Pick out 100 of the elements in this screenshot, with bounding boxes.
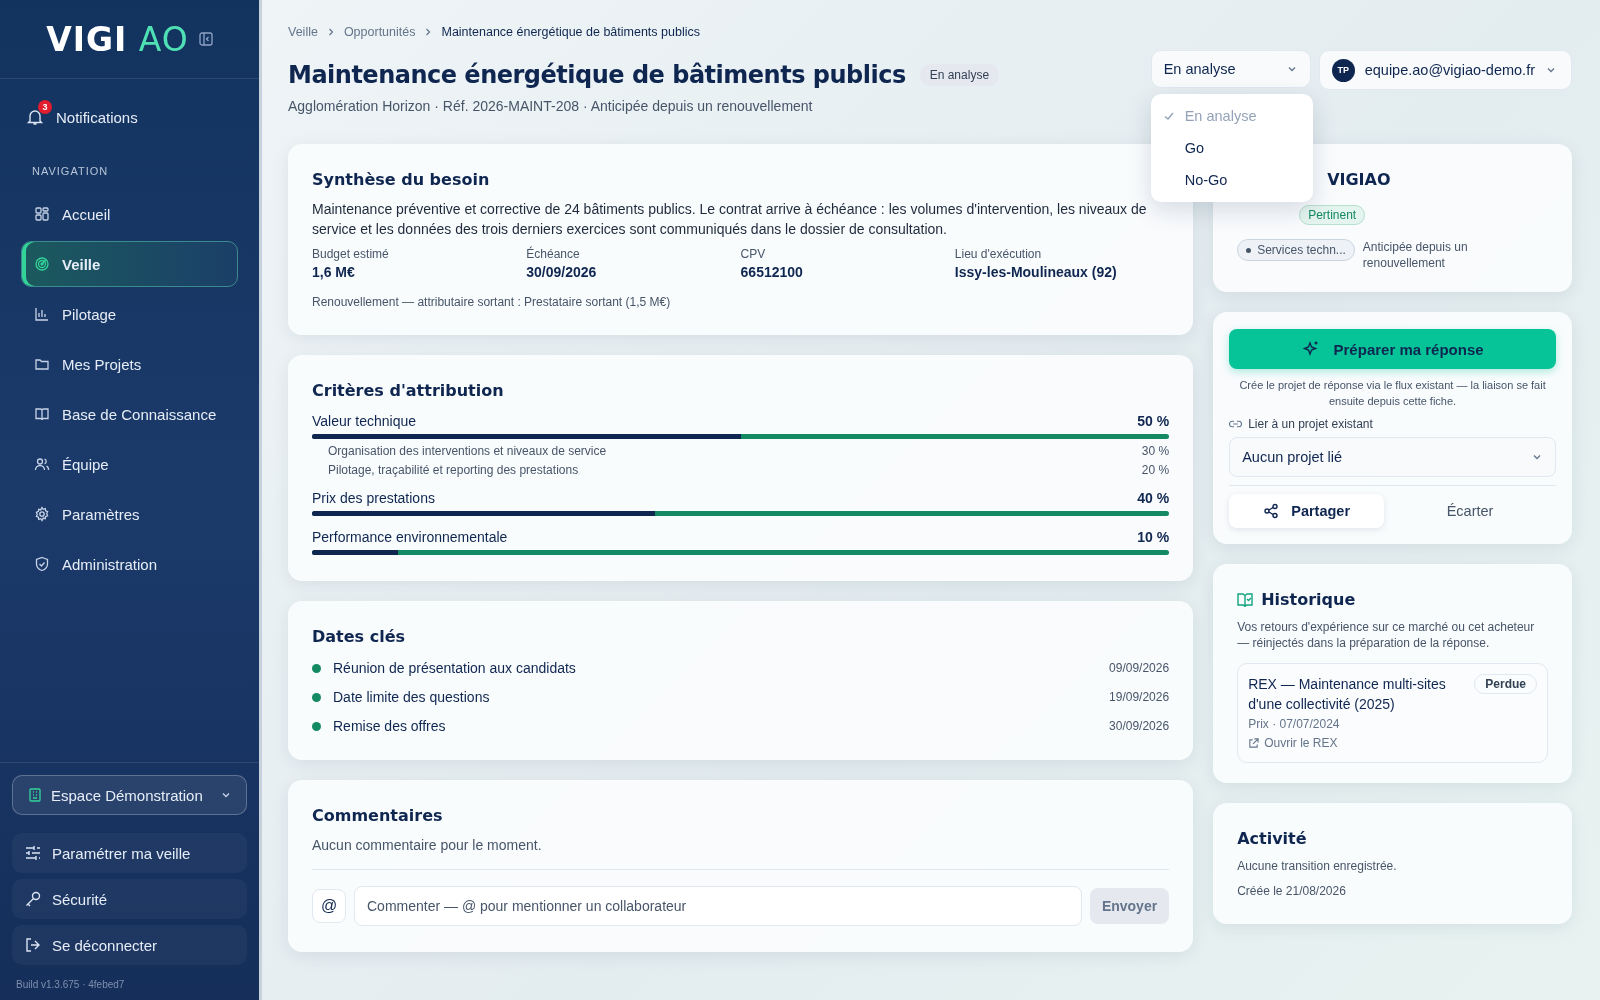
user-avatar: TP bbox=[1331, 58, 1355, 82]
subcriterion-weight: 20 % bbox=[1141, 463, 1170, 477]
bell-icon bbox=[26, 108, 44, 126]
card-title: Synthèse du besoin bbox=[312, 170, 491, 189]
fact-label: Lieu d'exécution bbox=[954, 247, 1043, 261]
subcriterion-label: Pilotage, traçabilité et reporting des prestations bbox=[328, 463, 579, 477]
sparkle-icon bbox=[1301, 340, 1320, 358]
criterion-label: Valeur technique bbox=[312, 413, 417, 429]
criterion-weight: 40 % bbox=[1137, 490, 1170, 506]
nav-item[interactable]: Base de Connaissance bbox=[21, 391, 238, 437]
notifications-label: Notifications bbox=[56, 108, 138, 126]
nav-item[interactable]: Accueil bbox=[21, 191, 238, 237]
book-check-icon bbox=[1237, 592, 1254, 607]
relevance-badge: Pertinent bbox=[1299, 205, 1366, 225]
nav-item[interactable]: Mes Projets bbox=[21, 341, 238, 387]
activity-text: Aucune transition enregistrée. bbox=[1237, 859, 1398, 873]
breadcrumb-link[interactable]: Opportunités bbox=[343, 25, 416, 39]
dot-icon bbox=[312, 692, 321, 702]
link-icon bbox=[1229, 419, 1243, 429]
activity-text: Créée le 21/08/2026 bbox=[1237, 884, 1347, 898]
share-button[interactable]: Partager bbox=[1229, 494, 1385, 528]
criterion-weight: 10 % bbox=[1137, 529, 1170, 545]
score-title: VIGIAO bbox=[1326, 170, 1392, 189]
sliders-icon bbox=[24, 844, 42, 862]
renewal-note: Renouvellement — attributaire sortant : Prestataire sortant (1,5 M€) bbox=[312, 295, 672, 309]
dot-icon bbox=[312, 721, 321, 731]
status-badge: En analyse bbox=[919, 64, 1000, 86]
criterion-weight: 50 % bbox=[1137, 413, 1170, 429]
comment-field[interactable]: Commenter — @ pour mentionner un collaborateur bbox=[354, 886, 1082, 926]
building-icon bbox=[27, 787, 43, 803]
users-icon bbox=[34, 456, 50, 472]
fact-label: Budget estimé bbox=[312, 247, 390, 261]
page-title: Maintenance énergétique de bâtiments publics bbox=[288, 61, 906, 89]
sidebar-action[interactable]: Sécurité bbox=[12, 879, 247, 919]
collapse-sidebar-icon[interactable] bbox=[198, 32, 213, 46]
sidebar-action[interactable]: Se déconnecter bbox=[12, 925, 247, 965]
date-label: Réunion de présentation aux candidats bbox=[333, 660, 577, 676]
notifications-item[interactable]: 3 Notifications bbox=[0, 79, 259, 155]
subcriterion-weight: 30 % bbox=[1141, 444, 1170, 458]
date-value: 09/09/2026 bbox=[1109, 661, 1170, 675]
user-menu[interactable]: TP equipe.ao@vigiao-demo.fr bbox=[1318, 50, 1572, 90]
chart-icon bbox=[34, 306, 50, 322]
discard-button[interactable]: Écarter bbox=[1384, 494, 1556, 528]
grid-icon bbox=[34, 206, 50, 222]
needs-description: Maintenance préventive et corrective de 24 bâtiments publics. Le contrat arrive à échéance : les volumes d'intervention, les niveaux de service et les données des trois derniers exercices sont communiqués dans le dossier de consultation. bbox=[312, 200, 1148, 239]
open-rex-link[interactable]: Ouvrir le REX bbox=[1248, 736, 1537, 750]
prepare-response-button[interactable]: Préparer ma réponse bbox=[1229, 329, 1556, 369]
status-select[interactable]: En analyse bbox=[1150, 50, 1311, 88]
nav-item[interactable]: Pilotage bbox=[21, 291, 238, 337]
logout-icon bbox=[24, 936, 42, 954]
date-value: 30/09/2026 bbox=[1109, 719, 1170, 733]
fact-label: Échéance bbox=[526, 247, 581, 261]
link-project-label: Lier à un projet existant bbox=[1248, 417, 1373, 431]
mention-button[interactable]: @ bbox=[312, 889, 346, 923]
sidebar-action[interactable]: Paramétrer ma veille bbox=[12, 833, 247, 873]
external-link-icon bbox=[1248, 737, 1260, 749]
section-label: NAVIGATION bbox=[31, 164, 110, 179]
card-title: Critères d'attribution bbox=[312, 381, 505, 400]
date-value: 19/09/2026 bbox=[1109, 690, 1170, 704]
status-option[interactable]: Go bbox=[1150, 132, 1313, 164]
folder-icon bbox=[34, 356, 50, 372]
logo: VIGI AO bbox=[46, 19, 189, 59]
fact-label: CPV bbox=[740, 247, 767, 261]
dot-icon bbox=[312, 663, 321, 673]
gear-icon bbox=[34, 506, 50, 522]
rex-title: REX — Maintenance multi-sites d'une collectivité (2025) bbox=[1248, 675, 1447, 714]
date-label: Remise des offres bbox=[333, 718, 447, 734]
fact-value: 30/09/2026 bbox=[526, 264, 598, 280]
history-description: Vos retours d'expérience sur ce marché ou cet acheteur — réinjectés dans la préparation de la réponse. bbox=[1237, 619, 1536, 651]
page-subtitle: Agglomération Horizon · Réf. 2026-MAINT-208 · Anticipée depuis un renouvellement bbox=[288, 98, 814, 114]
help-text: Crée le projet de réponse via le flux existant — la liaison se fait ensuite depuis cette fiche. bbox=[1238, 378, 1547, 409]
status-option[interactable]: No-Go bbox=[1150, 164, 1313, 196]
empty-message: Aucun commentaire pour le moment. bbox=[312, 837, 1170, 870]
criterion-label: Prix des prestations bbox=[312, 490, 435, 506]
notification-count-badge: 3 bbox=[38, 100, 52, 114]
card-title: Historique bbox=[1261, 590, 1356, 609]
key-icon bbox=[24, 890, 42, 908]
shield-icon bbox=[34, 556, 50, 572]
workspace-select[interactable]: Espace Démonstration bbox=[12, 775, 247, 815]
check-icon bbox=[1162, 110, 1175, 122]
breadcrumb-link[interactable]: Veille bbox=[288, 25, 318, 39]
nav-item[interactable]: Veille bbox=[21, 241, 238, 287]
nav-item[interactable]: Équipe bbox=[21, 441, 238, 487]
nav-item[interactable]: Administration bbox=[21, 541, 238, 587]
card-title: Dates clés bbox=[312, 627, 406, 646]
criterion-label: Performance environnementale bbox=[312, 529, 508, 545]
card-title: Commentaires bbox=[312, 806, 444, 825]
date-label: Date limite des questions bbox=[333, 689, 491, 705]
radar-icon bbox=[34, 256, 50, 272]
fact-value: Issy-les-Moulineaux (92) bbox=[954, 264, 1118, 280]
rex-meta: Prix · 07/07/2024 bbox=[1248, 717, 1341, 731]
share-icon bbox=[1263, 503, 1280, 519]
category-tag: Services techn... bbox=[1237, 239, 1355, 261]
nav-item[interactable]: Paramètres bbox=[21, 491, 238, 537]
fact-value: 66512100 bbox=[740, 264, 804, 280]
fact-value: 1,6 M€ bbox=[312, 264, 356, 280]
card-title: Activité bbox=[1237, 829, 1308, 848]
book-icon bbox=[34, 406, 50, 422]
project-select[interactable]: Aucun projet lié bbox=[1229, 437, 1556, 477]
subcriterion-label: Organisation des interventions et niveaux de service bbox=[328, 444, 607, 458]
